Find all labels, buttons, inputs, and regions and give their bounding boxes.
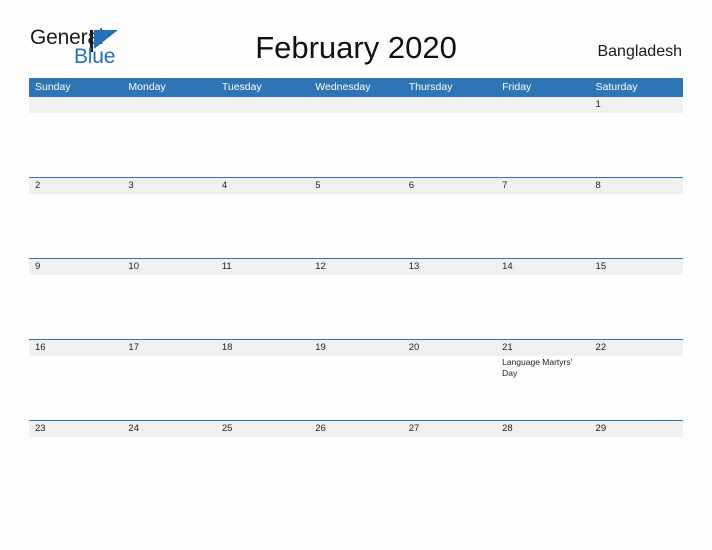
day-events[interactable] <box>403 194 496 257</box>
calendar-page: General Blue February 2020 Bangladesh Su… <box>0 0 712 550</box>
day-events[interactable] <box>496 437 589 500</box>
day-events[interactable] <box>216 356 309 419</box>
day-number[interactable]: 13 <box>403 259 496 275</box>
day-events[interactable] <box>403 275 496 338</box>
day-number[interactable]: 9 <box>29 259 122 275</box>
calendar-week-row: 2 3 4 5 6 7 8 <box>29 177 683 258</box>
day-events[interactable] <box>29 356 122 419</box>
day-number[interactable]: 19 <box>309 340 402 356</box>
day-number[interactable]: 7 <box>496 178 589 194</box>
weekday-header-saturday: Saturday <box>595 81 638 93</box>
day-events[interactable] <box>122 275 215 338</box>
day-events[interactable] <box>590 194 683 257</box>
day-events[interactable] <box>403 113 496 176</box>
calendar-week-row: 9 10 11 12 13 14 15 <box>29 258 683 339</box>
day-events-holiday[interactable]: Language Martyrs' Day <box>496 356 589 419</box>
day-number[interactable]: 20 <box>403 340 496 356</box>
day-number[interactable]: 1 <box>590 97 683 113</box>
day-events[interactable] <box>216 194 309 257</box>
week-event-band <box>29 275 683 338</box>
weekday-header-friday: Friday <box>502 81 532 93</box>
weekday-header-tuesday: Tuesday <box>221 81 262 93</box>
day-events[interactable] <box>216 437 309 500</box>
week-daynumber-band: 1 <box>29 97 683 113</box>
day-events[interactable] <box>403 437 496 500</box>
day-number[interactable]: 4 <box>216 178 309 194</box>
day-events[interactable] <box>590 437 683 500</box>
day-events[interactable] <box>216 113 309 176</box>
day-number[interactable]: 22 <box>590 340 683 356</box>
calendar-grid: Sunday Monday Tuesday Wednesday Thursday… <box>29 78 683 501</box>
day-number[interactable]: 25 <box>216 421 309 437</box>
day-number[interactable] <box>403 97 496 113</box>
week-event-band <box>29 194 683 257</box>
calendar-week-row: 1 <box>29 96 683 177</box>
day-number[interactable]: 5 <box>309 178 402 194</box>
day-number[interactable]: 2 <box>29 178 122 194</box>
day-number[interactable]: 21 <box>496 340 589 356</box>
day-events[interactable] <box>122 437 215 500</box>
day-events[interactable] <box>122 356 215 419</box>
day-events[interactable] <box>496 275 589 338</box>
weekday-header-sunday: Sunday <box>35 81 71 93</box>
country-label: Bangladesh <box>597 43 682 60</box>
day-events[interactable] <box>29 437 122 500</box>
day-number[interactable]: 18 <box>216 340 309 356</box>
week-daynumber-band: 16 17 18 19 20 21 22 <box>29 340 683 356</box>
week-event-band: Language Martyrs' Day <box>29 356 683 419</box>
day-number[interactable]: 24 <box>122 421 215 437</box>
day-number[interactable] <box>216 97 309 113</box>
day-events[interactable] <box>309 113 402 176</box>
day-events[interactable] <box>590 113 683 176</box>
day-number[interactable]: 10 <box>122 259 215 275</box>
day-events[interactable] <box>29 194 122 257</box>
day-events[interactable] <box>309 437 402 500</box>
event-text: Language Martyrs' Day <box>502 357 573 378</box>
day-events[interactable] <box>309 275 402 338</box>
week-daynumber-band: 2 3 4 5 6 7 8 <box>29 178 683 194</box>
day-number[interactable] <box>29 97 122 113</box>
day-number[interactable]: 26 <box>309 421 402 437</box>
day-number[interactable]: 11 <box>216 259 309 275</box>
week-event-band <box>29 113 683 176</box>
day-number[interactable]: 29 <box>590 421 683 437</box>
day-number[interactable]: 15 <box>590 259 683 275</box>
day-number[interactable]: 14 <box>496 259 589 275</box>
weekday-header-wednesday: Wednesday <box>315 81 371 93</box>
day-events[interactable] <box>590 356 683 419</box>
calendar-week-row: 23 24 25 26 27 28 29 <box>29 420 683 501</box>
week-event-band <box>29 437 683 500</box>
weekday-header-thursday: Thursday <box>408 81 453 93</box>
day-events[interactable] <box>309 194 402 257</box>
day-number[interactable] <box>122 97 215 113</box>
calendar-week-row: 16 17 18 19 20 21 22 Language Martyrs' D… <box>29 339 683 420</box>
day-number[interactable]: 3 <box>122 178 215 194</box>
day-number[interactable]: 8 <box>590 178 683 194</box>
day-number[interactable]: 23 <box>29 421 122 437</box>
page-header: General Blue February 2020 Bangladesh <box>0 0 712 78</box>
day-events[interactable] <box>403 356 496 419</box>
day-number[interactable]: 6 <box>403 178 496 194</box>
day-number[interactable]: 16 <box>29 340 122 356</box>
day-events[interactable] <box>122 113 215 176</box>
day-number[interactable]: 27 <box>403 421 496 437</box>
day-events[interactable] <box>216 275 309 338</box>
day-events[interactable] <box>122 194 215 257</box>
day-number[interactable]: 17 <box>122 340 215 356</box>
weekday-header-monday: Monday <box>128 81 166 93</box>
day-events[interactable] <box>496 194 589 257</box>
day-number[interactable]: 28 <box>496 421 589 437</box>
day-number[interactable]: 12 <box>309 259 402 275</box>
day-events[interactable] <box>590 275 683 338</box>
day-events[interactable] <box>496 113 589 176</box>
day-events[interactable] <box>29 113 122 176</box>
day-events[interactable] <box>29 275 122 338</box>
week-daynumber-band: 23 24 25 26 27 28 29 <box>29 421 683 437</box>
week-daynumber-band: 9 10 11 12 13 14 15 <box>29 259 683 275</box>
day-number[interactable] <box>309 97 402 113</box>
day-number[interactable] <box>496 97 589 113</box>
weekday-header-row: Sunday Monday Tuesday Wednesday Thursday… <box>29 78 683 96</box>
day-events[interactable] <box>309 356 402 419</box>
